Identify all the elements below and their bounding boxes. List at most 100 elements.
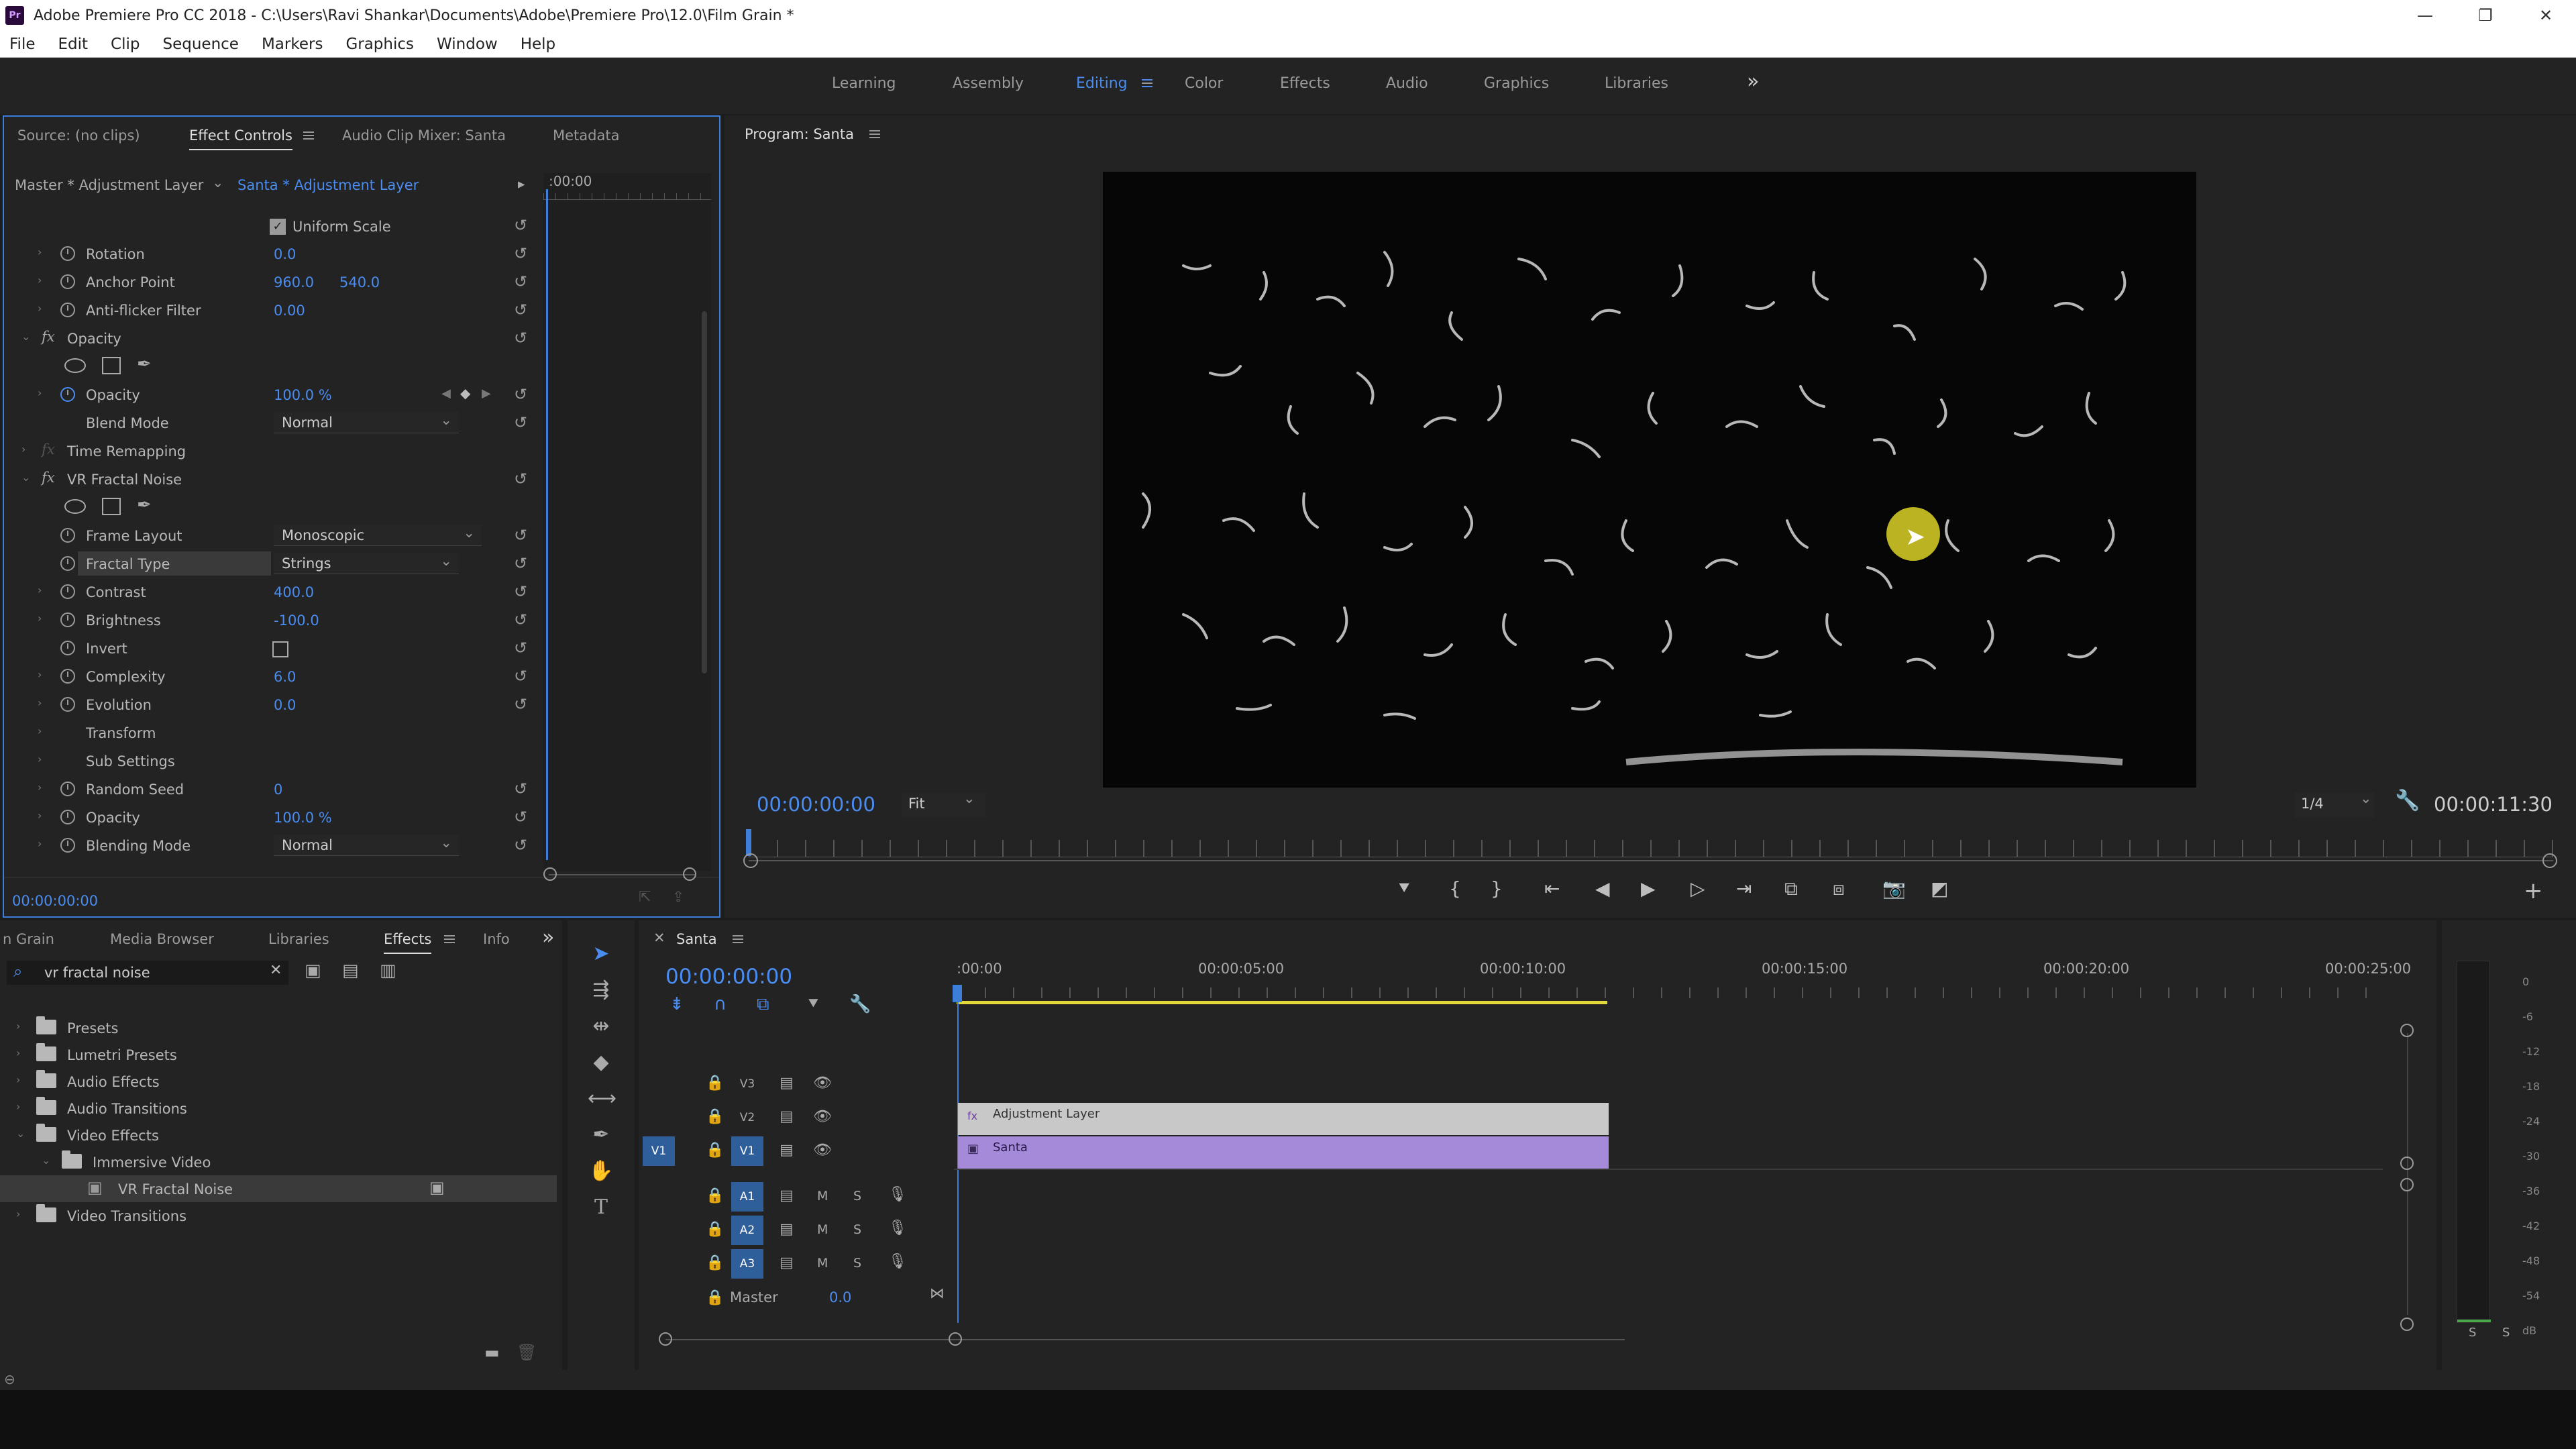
zoom-handle-left[interactable] bbox=[743, 853, 758, 868]
param-value-2[interactable]: 540.0 bbox=[339, 274, 380, 290]
accelerated-effects-icon[interactable]: ▣ bbox=[305, 961, 321, 981]
close-button[interactable]: ✕ bbox=[2516, 0, 2576, 31]
folder-item[interactable]: › Video Transitions bbox=[0, 1202, 557, 1229]
slip-tool-icon[interactable]: ⟷ bbox=[588, 1085, 616, 1112]
program-menu-icon[interactable] bbox=[869, 130, 880, 138]
workspace-effects[interactable]: Effects bbox=[1280, 75, 1330, 92]
extract-icon[interactable]: ⧈ bbox=[1833, 877, 1845, 900]
zoom-handle-left[interactable] bbox=[543, 867, 557, 881]
lock-icon[interactable]: 🔒 bbox=[706, 1187, 724, 1204]
stopwatch-icon[interactable] bbox=[60, 838, 75, 853]
expand-icon[interactable]: › bbox=[38, 753, 42, 765]
stopwatch-icon[interactable] bbox=[60, 782, 75, 796]
param-value[interactable]: 100.0 % bbox=[274, 810, 332, 826]
track-target-button[interactable]: V2 bbox=[731, 1103, 763, 1132]
ellipse-mask-icon[interactable] bbox=[64, 358, 86, 373]
reset-icon[interactable]: ↺ bbox=[514, 667, 527, 686]
microphone-icon[interactable]: 🎙 bbox=[888, 1220, 907, 1236]
collapse-icon[interactable]: ⌄ bbox=[21, 471, 30, 484]
eye-icon[interactable]: 👁 bbox=[813, 1108, 832, 1125]
sequence-menu-icon[interactable] bbox=[733, 935, 743, 943]
solo-button[interactable]: S bbox=[853, 1189, 861, 1203]
step-back-icon[interactable]: ◀ bbox=[1595, 877, 1610, 900]
reset-icon[interactable]: ↺ bbox=[514, 780, 527, 798]
stopwatch-icon[interactable] bbox=[60, 274, 75, 289]
tab-media-browser[interactable]: Media Browser bbox=[110, 931, 214, 947]
lock-icon[interactable]: 🔒 bbox=[706, 1221, 724, 1238]
sync-lock-icon[interactable]: ▤ bbox=[780, 1075, 794, 1091]
reset-icon[interactable]: ↺ bbox=[514, 385, 527, 404]
expand-icon[interactable]: › bbox=[38, 386, 42, 399]
param-value[interactable]: 0.0 bbox=[274, 246, 296, 262]
export-frame-icon[interactable]: 📷 bbox=[1882, 877, 1906, 900]
vr-fractal-noise-header[interactable]: ⌄ fx VR Fractal Noise ↺ bbox=[4, 466, 541, 494]
yuv-effects-icon[interactable]: ▥ bbox=[380, 961, 396, 981]
reset-icon[interactable]: ↺ bbox=[514, 470, 527, 488]
workspace-libraries[interactable]: Libraries bbox=[1605, 75, 1668, 92]
ellipse-mask-icon[interactable] bbox=[64, 499, 86, 514]
tab-libraries[interactable]: Libraries bbox=[268, 931, 329, 947]
stopwatch-icon[interactable] bbox=[60, 584, 75, 599]
search-field[interactable]: ⌕ vr fractal noise ✕ bbox=[7, 961, 288, 985]
solo-button[interactable]: S bbox=[853, 1222, 861, 1237]
master-volume-value[interactable]: 0.0 bbox=[829, 1289, 851, 1305]
reset-icon[interactable]: ↺ bbox=[514, 695, 527, 714]
new-bin-icon[interactable]: ▬ bbox=[484, 1343, 500, 1362]
go-to-in-icon[interactable]: ⇤ bbox=[1544, 877, 1560, 900]
chevron-down-icon[interactable]: ⌄ bbox=[212, 174, 224, 191]
clear-search-icon[interactable]: ✕ bbox=[270, 962, 282, 979]
reset-icon[interactable]: ↺ bbox=[514, 554, 527, 573]
effect-playhead[interactable] bbox=[546, 189, 548, 860]
expand-icon[interactable]: › bbox=[38, 696, 42, 709]
scroll-handle-left[interactable] bbox=[659, 1332, 672, 1346]
expand-icon[interactable]: › bbox=[16, 1208, 20, 1220]
search-input[interactable]: vr fractal noise bbox=[44, 965, 150, 981]
clip-adjustment-layer[interactable]: fx Adjustment Layer bbox=[958, 1103, 1609, 1135]
effects-menu-icon[interactable] bbox=[444, 935, 455, 943]
solo-right-button[interactable]: S bbox=[2502, 1326, 2510, 1340]
master-clip-label[interactable]: Master * Adjustment Layer bbox=[15, 177, 203, 193]
expand-icon[interactable]: › bbox=[16, 1046, 20, 1059]
pen-tool-icon[interactable]: ✒ bbox=[588, 1122, 614, 1148]
expand-icon[interactable]: › bbox=[16, 1100, 20, 1113]
timeline-horizontal-scrollbar[interactable] bbox=[665, 1339, 1625, 1340]
expand-icon[interactable]: › bbox=[21, 443, 25, 455]
mark-in-icon[interactable]: { bbox=[1449, 877, 1461, 900]
param-value[interactable]: 6.0 bbox=[274, 669, 296, 685]
folder-item[interactable]: ⌄ Immersive Video bbox=[0, 1148, 557, 1175]
track-target-button[interactable]: A2 bbox=[731, 1216, 763, 1245]
tab-effects[interactable]: Effects bbox=[384, 931, 432, 954]
type-tool-icon[interactable]: T bbox=[588, 1194, 614, 1221]
status-icon[interactable]: ⊖ bbox=[4, 1371, 15, 1387]
expand-icon[interactable]: › bbox=[38, 246, 42, 258]
reset-icon[interactable]: ↺ bbox=[514, 836, 527, 855]
expand-icon[interactable]: › bbox=[38, 724, 42, 737]
sync-lock-icon[interactable]: ▤ bbox=[780, 1187, 794, 1204]
expand-icon[interactable]: › bbox=[38, 668, 42, 681]
microphone-icon[interactable]: 🎙 bbox=[888, 1186, 907, 1203]
sub-settings-row[interactable]: › Sub Settings bbox=[4, 747, 541, 775]
workspace-audio[interactable]: Audio bbox=[1386, 75, 1428, 92]
delete-icon[interactable]: 🗑 bbox=[517, 1343, 537, 1362]
tab-metadata[interactable]: Metadata bbox=[553, 127, 619, 144]
stopwatch-icon[interactable] bbox=[60, 612, 75, 627]
lift-icon[interactable]: ⧉ bbox=[1784, 877, 1798, 900]
effect-timeline[interactable]: :00:00 bbox=[543, 173, 711, 871]
uniform-scale-checkbox[interactable]: ✓ bbox=[270, 219, 286, 235]
menu-clip[interactable]: Clip bbox=[111, 36, 140, 53]
program-ruler[interactable] bbox=[749, 840, 2553, 857]
menu-file[interactable]: File bbox=[9, 36, 36, 53]
stopwatch-icon[interactable] bbox=[60, 246, 75, 261]
master-toggle-icon[interactable]: ⋈ bbox=[930, 1285, 945, 1302]
stopwatch-icon[interactable] bbox=[60, 669, 75, 684]
minimize-button[interactable]: — bbox=[2395, 0, 2455, 31]
expand-icon[interactable]: › bbox=[38, 612, 42, 625]
program-playhead[interactable] bbox=[746, 829, 751, 856]
fx-icon[interactable]: fx bbox=[42, 470, 55, 486]
track-target-button[interactable]: V1 bbox=[731, 1136, 763, 1166]
32bit-effects-icon[interactable]: ▤ bbox=[342, 961, 359, 981]
vscroll-handle-mid[interactable] bbox=[2400, 1157, 2414, 1170]
workspace-graphics[interactable]: Graphics bbox=[1484, 75, 1549, 92]
folder-item[interactable]: › Lumetri Presets bbox=[0, 1041, 557, 1068]
tab-info[interactable]: Info bbox=[483, 931, 510, 947]
